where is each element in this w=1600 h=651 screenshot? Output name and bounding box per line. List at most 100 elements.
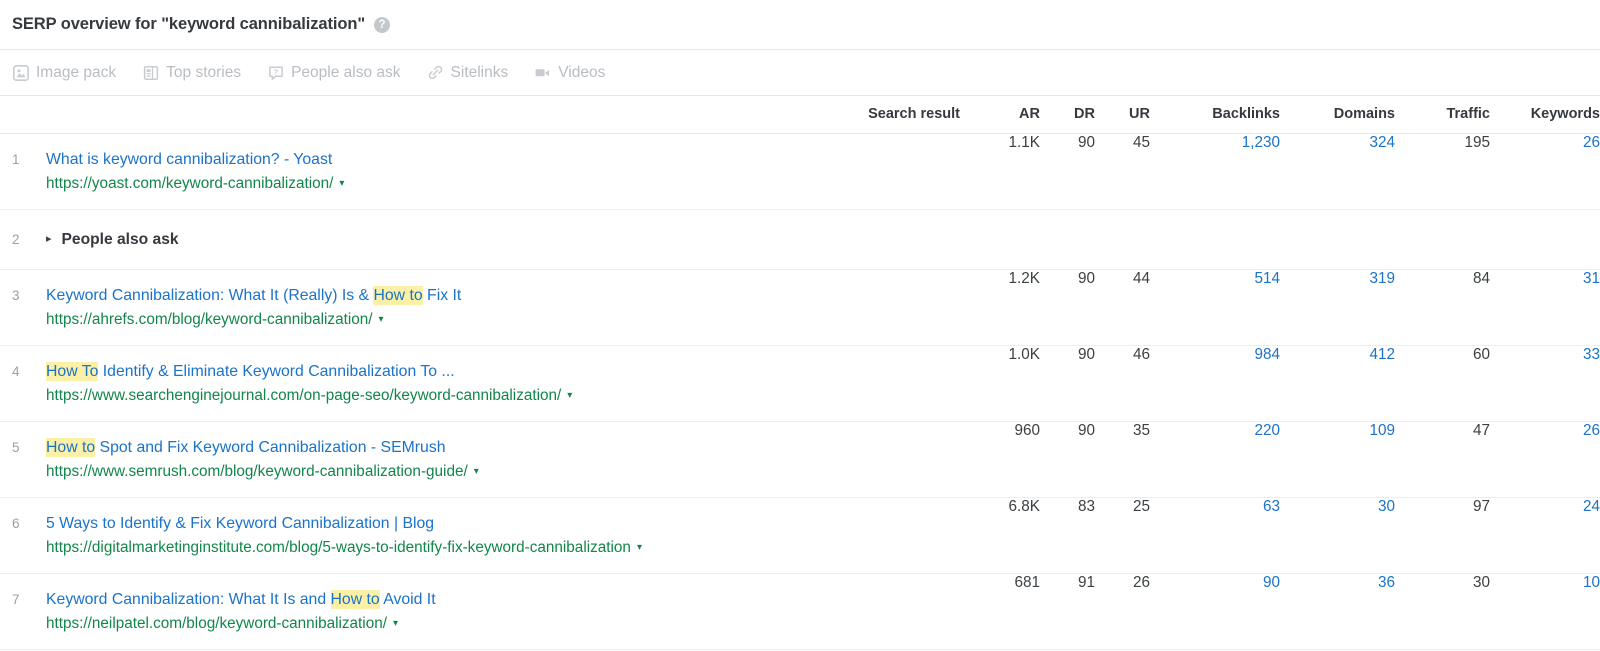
column-header-dr[interactable]: DR <box>1040 96 1095 134</box>
chevron-down-icon[interactable]: ▾ <box>474 460 479 484</box>
result-body: 5 Ways to Identify & Fix Keyword Canniba… <box>46 512 642 560</box>
backlinks-value[interactable]: 220 <box>1150 422 1280 498</box>
ar-value-text: 1.1K <box>1009 134 1040 151</box>
dr-value-text: 90 <box>1078 270 1095 287</box>
result-title-link[interactable]: What is keyword cannibalization? - Yoast <box>46 148 344 171</box>
result-title-link[interactable]: Keyword Cannibalization: What It (Really… <box>46 284 461 307</box>
search-result-cell: 1What is keyword cannibalization? - Yoas… <box>0 134 960 210</box>
column-header-ar[interactable]: AR <box>960 96 1040 134</box>
result-body: Keyword Cannibalization: What It (Really… <box>46 284 461 332</box>
chevron-right-icon[interactable]: ▸ <box>46 234 52 245</box>
backlinks-value[interactable]: 984 <box>1150 346 1280 422</box>
serp-feature-image-pack[interactable]: Image pack <box>12 64 116 81</box>
chevron-down-icon[interactable]: ▾ <box>393 612 398 636</box>
serp-results-table: Search result AR DR UR Backlinks Domains… <box>0 96 1600 650</box>
chevron-down-icon[interactable]: ▾ <box>339 172 344 196</box>
result-url-text[interactable]: https://www.semrush.com/blog/keyword-can… <box>46 463 468 480</box>
keywords-value[interactable]: 33 <box>1490 346 1600 422</box>
column-header-search-result[interactable]: Search result <box>0 96 960 134</box>
domains-value[interactable]: 412 <box>1280 346 1395 422</box>
keywords-value[interactable]: 31 <box>1490 270 1600 346</box>
domains-value[interactable]: 324 <box>1280 134 1395 210</box>
keywords-value[interactable]: 26 <box>1490 422 1600 498</box>
column-header-ur[interactable]: UR <box>1095 96 1150 134</box>
keywords-value-text: 33 <box>1583 346 1600 363</box>
table-row: 7Keyword Cannibalization: What It Is and… <box>0 574 1600 650</box>
table-row: 4How To Identify & Eliminate Keyword Can… <box>0 346 1600 422</box>
result-url-line[interactable]: https://www.searchenginejournal.com/on-p… <box>46 384 572 408</box>
column-header-traffic[interactable]: Traffic <box>1395 96 1490 134</box>
chevron-down-icon[interactable]: ▾ <box>379 308 384 332</box>
ar-value: 1.2K <box>960 270 1040 346</box>
result-title-link[interactable]: Keyword Cannibalization: What It Is and … <box>46 588 436 611</box>
backlinks-value[interactable]: 1,230 <box>1150 134 1280 210</box>
ur-value: 45 <box>1095 134 1150 210</box>
keywords-value-text: 26 <box>1583 422 1600 439</box>
keywords-value[interactable]: 26 <box>1490 134 1600 210</box>
result-url-text[interactable]: https://neilpatel.com/blog/keyword-canni… <box>46 615 387 632</box>
ar-value-text: 1.0K <box>1009 346 1040 363</box>
serp-feature-label: Image pack <box>36 65 116 81</box>
domains-value[interactable]: 319 <box>1280 270 1395 346</box>
result-url-line[interactable]: https://ahrefs.com/blog/keyword-cannibal… <box>46 308 461 332</box>
serp-feature-row[interactable]: 2▸People also ask <box>0 210 960 269</box>
serp-feature-people-also-ask[interactable]: ? People also ask <box>267 64 400 81</box>
result-rank: 4 <box>12 360 46 383</box>
domains-value <box>1280 210 1395 270</box>
result-body: What is keyword cannibalization? - Yoast… <box>46 148 344 196</box>
result-url-text[interactable]: https://ahrefs.com/blog/keyword-cannibal… <box>46 311 373 328</box>
column-header-domains[interactable]: Domains <box>1280 96 1395 134</box>
result-title-link[interactable]: How to Spot and Fix Keyword Cannibalizat… <box>46 436 479 459</box>
title-text: Avoid It <box>380 591 436 608</box>
backlinks-value[interactable]: 63 <box>1150 498 1280 574</box>
keyword-highlight: How to <box>46 438 95 457</box>
backlinks-value[interactable]: 514 <box>1150 270 1280 346</box>
keyword-highlight: How to <box>331 590 380 609</box>
serp-feature-row-label[interactable]: People also ask <box>62 231 179 249</box>
dr-value-text: 90 <box>1078 422 1095 439</box>
serp-feature-label: People also ask <box>291 65 400 81</box>
backlinks-value[interactable]: 90 <box>1150 574 1280 650</box>
domains-value[interactable]: 109 <box>1280 422 1395 498</box>
domains-value[interactable]: 30 <box>1280 498 1395 574</box>
column-header-backlinks[interactable]: Backlinks <box>1150 96 1280 134</box>
serp-feature-videos[interactable]: Videos <box>534 64 605 81</box>
search-result-cell: 4How To Identify & Eliminate Keyword Can… <box>0 346 960 422</box>
ar-value-text: 960 <box>1014 422 1040 439</box>
ur-value: 44 <box>1095 270 1150 346</box>
result-url-line[interactable]: https://www.semrush.com/blog/keyword-can… <box>46 460 479 484</box>
result-title-link[interactable]: How To Identify & Eliminate Keyword Cann… <box>46 360 572 383</box>
keywords-value[interactable]: 10 <box>1490 574 1600 650</box>
serp-feature-top-stories[interactable]: Top stories <box>142 64 241 81</box>
domains-value-text: 109 <box>1369 422 1395 439</box>
table-row: 2▸People also ask <box>0 210 1600 270</box>
result-url-text[interactable]: https://yoast.com/keyword-cannibalizatio… <box>46 175 333 192</box>
chevron-down-icon[interactable]: ▾ <box>637 536 642 560</box>
result-url-text[interactable]: https://digitalmarketinginstitute.com/bl… <box>46 539 631 556</box>
domains-value[interactable]: 36 <box>1280 574 1395 650</box>
top-stories-icon <box>142 64 159 81</box>
search-result-cell: 5How to Spot and Fix Keyword Cannibaliza… <box>0 422 960 498</box>
serp-feature-sitelinks[interactable]: Sitelinks <box>427 64 509 81</box>
column-header-keywords[interactable]: Keywords <box>1490 96 1600 134</box>
page-title: SERP overview for "keyword cannibalizati… <box>12 15 365 34</box>
result-url-line[interactable]: https://digitalmarketinginstitute.com/bl… <box>46 536 642 560</box>
question-circle-icon[interactable]: ? <box>374 17 390 33</box>
keywords-value[interactable]: 24 <box>1490 498 1600 574</box>
domains-value-text: 30 <box>1378 498 1395 515</box>
ur-value <box>1095 210 1150 270</box>
keywords-value <box>1490 210 1600 270</box>
result-title-link[interactable]: 5 Ways to Identify & Fix Keyword Canniba… <box>46 512 642 535</box>
result-url-text[interactable]: https://www.searchenginejournal.com/on-p… <box>46 387 561 404</box>
ur-value: 35 <box>1095 422 1150 498</box>
ar-value: 681 <box>960 574 1040 650</box>
result-url-line[interactable]: https://neilpatel.com/blog/keyword-canni… <box>46 612 436 636</box>
result-url-line[interactable]: https://yoast.com/keyword-cannibalizatio… <box>46 172 344 196</box>
backlinks-value-text: 63 <box>1263 498 1280 515</box>
ar-value-text: 1.2K <box>1009 270 1040 287</box>
domains-value-text: 412 <box>1369 346 1395 363</box>
ur-value-text: 25 <box>1133 498 1150 515</box>
result-rank: 7 <box>12 588 46 611</box>
dr-value <box>1040 210 1095 270</box>
chevron-down-icon[interactable]: ▾ <box>567 384 572 408</box>
